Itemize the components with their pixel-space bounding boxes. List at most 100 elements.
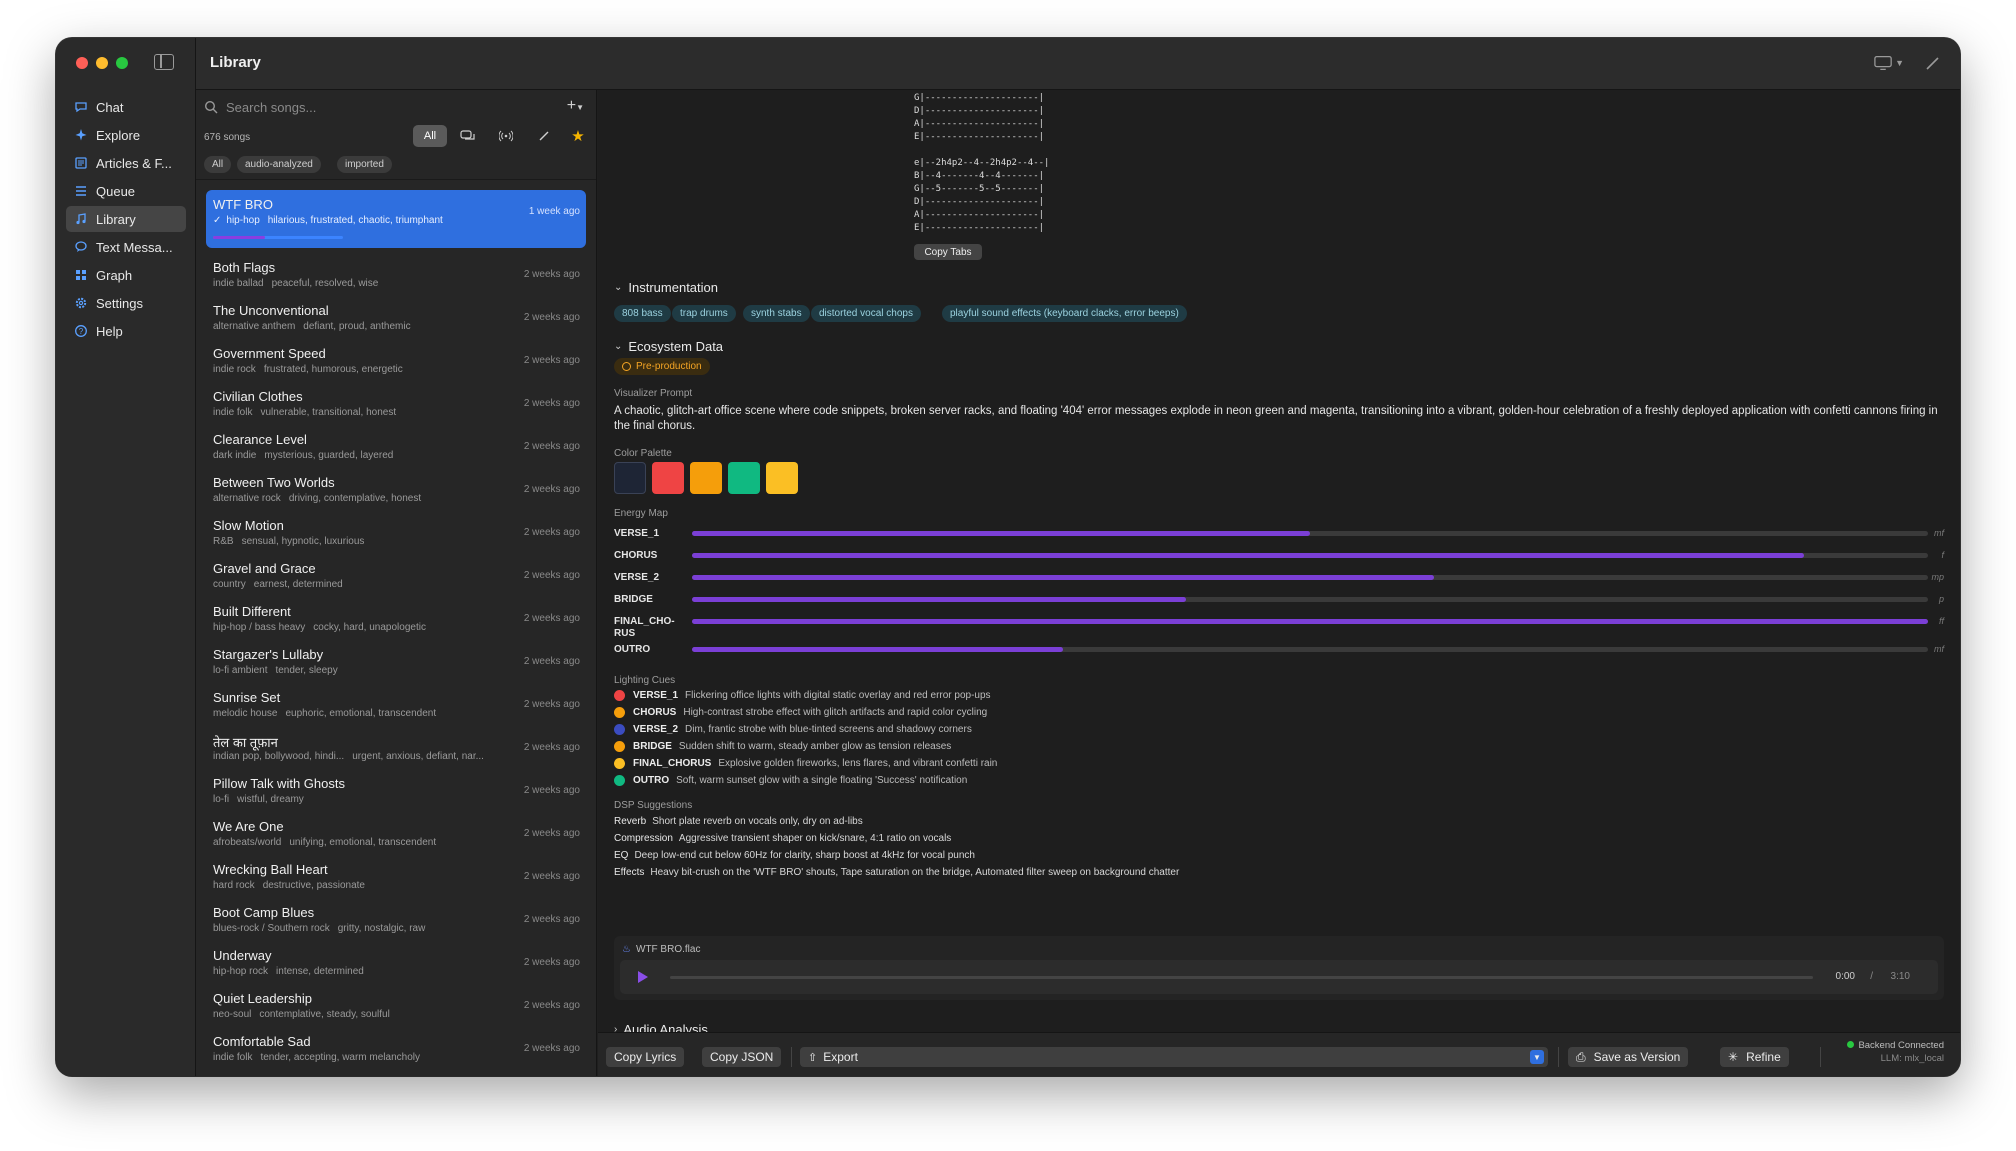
song-row[interactable]: Civilian Clothes indie folk vulnerable, tr…	[206, 382, 586, 425]
display-menu-button[interactable]: ▼	[1874, 54, 1904, 72]
dsp-name: Effects	[614, 867, 645, 878]
song-row[interactable]: Quiet Leadership neo-soul contemplative, s…	[206, 984, 586, 1027]
play-button[interactable]	[638, 971, 648, 983]
sidebar-item-queue[interactable]: Queue	[66, 178, 186, 204]
palette-label: Color Palette	[614, 448, 672, 459]
song-row[interactable]: Pillow Talk with Ghosts lo-fi wistful, dre…	[206, 769, 586, 812]
color-swatch[interactable]	[690, 462, 722, 494]
filter-chat-button[interactable]	[451, 125, 485, 147]
cue-section: OUTRO	[633, 775, 670, 786]
list-icon	[74, 184, 88, 198]
export-menu[interactable]: ⇧ Export ▼	[800, 1047, 1548, 1067]
song-meta: hard rock destructive, passionate	[213, 880, 513, 891]
divider	[1558, 1047, 1559, 1067]
add-song-button[interactable]: +▼	[567, 98, 584, 115]
song-meta: indie ballad peaceful, resolved, wise	[213, 278, 513, 289]
close-window-button[interactable]	[76, 57, 88, 69]
song-row-selected[interactable]: WTF BRO ✓ hip-hop hilarious, frustrated, c…	[206, 190, 586, 248]
song-row[interactable]: Gravel and Grace country earnest, determin…	[206, 554, 586, 597]
copy-tabs-button[interactable]: Copy Tabs	[914, 244, 982, 260]
filter-all-button[interactable]: All	[413, 125, 447, 147]
tag-chip-all[interactable]: All	[204, 156, 232, 173]
sidebar-item-chat[interactable]: Chat	[66, 94, 186, 120]
color-swatch[interactable]	[652, 462, 684, 494]
filter-favorites-button[interactable]: ★	[565, 125, 591, 147]
search-input[interactable]	[226, 99, 546, 115]
ecosystem-header[interactable]: ⌄ Ecosystem Data	[614, 339, 723, 354]
song-meta: lo-fi ambient tender, sleepy	[213, 665, 513, 676]
seek-bar[interactable]	[670, 976, 1813, 979]
energy-section-label: BRIDGE	[614, 594, 653, 605]
energy-section-label: VERSE_2	[614, 572, 660, 583]
sidebar-item-settings[interactable]: Settings	[66, 290, 186, 316]
song-row[interactable]: तेल का तूफ़ान indian pop, bollywood, hind…	[206, 726, 586, 769]
song-moods: tender, sleepy	[275, 665, 338, 676]
energy-row: FINAL_CHO-RUS ff	[614, 614, 1944, 639]
song-row[interactable]: The Unconventional alternative anthem defi…	[206, 296, 586, 339]
sidebar-item-help[interactable]: ? Help	[66, 318, 186, 344]
energy-track	[692, 619, 1928, 624]
energy-dynamic: p	[1938, 594, 1944, 604]
song-row[interactable]: Clearance Level dark indie mysterious, gua…	[206, 425, 586, 468]
instrument-tag: trap drums	[672, 305, 736, 322]
player-filename: WTF BRO.flac	[636, 944, 701, 955]
instrumentation-header[interactable]: ⌄ Instrumentation	[614, 280, 718, 295]
sidebar-toggle-icon[interactable]	[154, 54, 174, 70]
song-date: 2 weeks ago	[523, 1000, 580, 1011]
song-row[interactable]: Wrecking Ball Heart hard rock destructive,…	[206, 855, 586, 898]
instrument-tag: synth stabs	[743, 305, 810, 322]
song-moods: intense, determined	[276, 966, 364, 977]
song-date: 2 weeks ago	[523, 355, 580, 366]
filter-edit-button[interactable]	[527, 125, 561, 147]
song-genre: blues-rock / Southern rock	[213, 923, 330, 934]
export-label: Export	[823, 1050, 858, 1064]
song-date: 2 weeks ago	[523, 785, 580, 796]
dsp-text: Deep low-end cut below 60Hz for clarity,…	[634, 850, 975, 861]
color-swatch[interactable]	[728, 462, 760, 494]
song-row[interactable]: Built Different hip-hop / bass heavy cocky…	[206, 597, 586, 640]
sidebar-item-text-messages[interactable]: Text Messa...	[66, 234, 186, 260]
sidebar-item-library[interactable]: Library	[66, 206, 186, 232]
sidebar-item-explore[interactable]: Explore	[66, 122, 186, 148]
pencil-icon	[539, 131, 549, 141]
song-row[interactable]: Government Speed indie rock frustrated, hu…	[206, 339, 586, 382]
tag-chip-imported[interactable]: imported	[337, 156, 392, 173]
song-detail-panel: G|---------------------| D|-------------…	[598, 90, 1960, 1032]
song-meta: alternative rock driving, contemplative, …	[213, 493, 513, 504]
tag-chip-audio-analyzed[interactable]: audio-analyzed	[237, 156, 321, 173]
minimize-window-button[interactable]	[96, 57, 108, 69]
save-as-version-button[interactable]: ⎙ Save as Version	[1568, 1047, 1689, 1067]
sidebar-item-articles[interactable]: Articles & F...	[66, 150, 186, 176]
song-row[interactable]: Boot Camp Blues blues-rock / Southern roc…	[206, 898, 586, 941]
copy-lyrics-button[interactable]: Copy Lyrics	[606, 1047, 685, 1067]
song-row[interactable]: We Are One afrobeats/world unifying, emoti…	[206, 812, 586, 855]
copy-json-button[interactable]: Copy JSON	[702, 1047, 782, 1067]
song-row[interactable]: Between Two Worlds alternative rock drivin…	[206, 468, 586, 511]
energy-fill	[692, 575, 1434, 580]
filter-broadcast-button[interactable]	[489, 125, 523, 147]
cue-section: CHORUS	[633, 707, 677, 718]
refine-button[interactable]: ✳ Refine	[1720, 1047, 1789, 1067]
color-swatch[interactable]	[766, 462, 798, 494]
energy-track	[692, 531, 1928, 536]
refine-label: Refine	[1746, 1050, 1781, 1064]
song-meta: neo-soul contemplative, steady, soulful	[213, 1009, 513, 1020]
share-icon: ⇧	[808, 1051, 818, 1064]
song-meta: indie folk tender, accepting, warm melanc…	[213, 1052, 513, 1063]
chevron-down-icon: ▼	[576, 103, 584, 112]
compose-button[interactable]	[1924, 54, 1942, 72]
song-row[interactable]: Comfortable Sad indie folk tender, accepti…	[206, 1027, 586, 1070]
song-moods: gritty, nostalgic, raw	[337, 923, 426, 934]
audio-analysis-header[interactable]: › Audio Analysis	[614, 1022, 708, 1032]
color-swatch[interactable]	[614, 462, 646, 494]
song-row[interactable]: Slow Motion R&B sensual, hypnotic, luxurio…	[206, 511, 586, 554]
song-title: WTF BRO	[213, 197, 273, 212]
sidebar-item-graph[interactable]: Graph	[66, 262, 186, 288]
song-row[interactable]: Underway hip-hop rock intense, determined 2…	[206, 941, 586, 984]
screen-icon	[1874, 56, 1892, 70]
song-row[interactable]: Stargazer's Lullaby lo-fi ambient tender, …	[206, 640, 586, 683]
zoom-window-button[interactable]	[116, 57, 128, 69]
search-icon	[204, 100, 218, 114]
song-row[interactable]: Both Flags indie ballad peaceful, resolved…	[206, 253, 586, 296]
song-row[interactable]: Sunrise Set melodic house euphoric, emotio…	[206, 683, 586, 726]
